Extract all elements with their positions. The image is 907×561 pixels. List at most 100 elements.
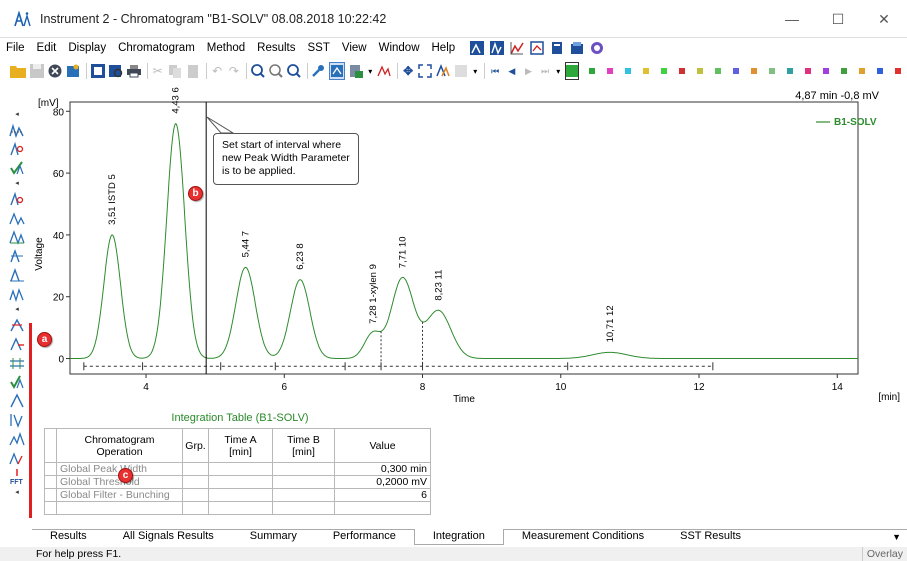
zoom-chart-icon[interactable] [509,41,525,55]
prev-icon[interactable]: ◀ [505,62,518,80]
menu-results[interactable]: Results [251,38,301,58]
color-swatch-6[interactable] [697,68,704,74]
col-operation[interactable]: Chromatogram Operation [56,428,183,463]
color-swatch-7[interactable] [715,68,722,74]
color-swatch-4[interactable] [661,68,668,74]
calibration-icon[interactable] [529,41,545,55]
menu-chromatogram[interactable]: Chromatogram [112,38,201,58]
single-peak-icon[interactable] [8,391,26,410]
color-swatch-9[interactable] [751,68,758,74]
zoom-fit-icon[interactable] [250,62,265,80]
color-swatch-5[interactable] [679,68,686,74]
copy-icon[interactable] [168,62,182,80]
sequence-icon[interactable] [569,41,585,55]
collapse-arrow-icon[interactable]: ◂ [8,108,26,120]
threshold-param-icon[interactable] [8,334,26,353]
color-swatch-10[interactable] [769,68,776,74]
collapse-arrow-4-icon[interactable]: ◂ [8,486,26,498]
chart-overlay-icon[interactable] [489,41,505,55]
negative-peak-icon[interactable] [8,410,26,429]
value-cell[interactable]: 0,2000 mV [334,475,431,489]
manual-integrate-icon[interactable] [8,139,26,158]
move-icon[interactable]: ✥ [402,62,415,80]
open-folder-icon[interactable] [10,62,26,80]
time-a-cell[interactable] [208,475,273,489]
color-swatch-3[interactable] [643,68,650,74]
menu-display[interactable]: Display [62,38,112,58]
operation-cell[interactable]: Global Filter - Bunching [56,488,183,502]
merge-peak-icon[interactable] [8,284,26,303]
shoulder-icon[interactable] [8,448,26,467]
color-swatch-8[interactable] [733,68,740,74]
color-swatch-1[interactable] [607,68,614,74]
tab-sst-results[interactable]: SST Results [662,529,759,545]
close-button[interactable]: ✕ [861,0,907,38]
time-a-cell[interactable] [208,501,273,515]
operation-cell[interactable] [56,501,183,515]
menu-window[interactable]: Window [373,38,426,58]
menu-file[interactable]: File [0,38,31,58]
menu-edit[interactable]: Edit [31,38,63,58]
export-icon[interactable] [90,62,105,80]
audit-icon[interactable] [589,41,605,55]
fit-all-icon[interactable] [418,62,433,80]
stop-icon[interactable] [48,62,62,80]
integration-mode-icon[interactable] [329,62,346,80]
peak-icon[interactable] [377,62,391,80]
chromatogram-chart[interactable]: 0 20 40 60 80 4 6 8 10 12 14 [mV] Voltage Time [min] 3,… [32,86,907,408]
peak-width-param-icon[interactable] [8,315,26,334]
auto-integrate-icon[interactable] [8,120,26,139]
time-a-cell[interactable] [208,488,273,502]
threshold-icon[interactable] [8,227,26,246]
bunching-icon[interactable] [8,353,26,372]
peak-compare-icon[interactable] [436,62,451,80]
preview-icon[interactable] [108,62,123,80]
group-cell[interactable] [182,475,209,489]
tab-all-signals-results[interactable]: All Signals Results [105,529,232,545]
value-cell[interactable] [334,501,431,515]
maximize-button[interactable]: ☐ [815,0,861,38]
tabs-dropdown-icon[interactable]: ▼ [892,532,901,542]
tab-measurement-conditions[interactable]: Measurement Conditions [504,529,662,545]
time-b-cell[interactable] [272,462,335,476]
table-row[interactable]: Global Peak Width 0,300 min [44,462,431,476]
table-row[interactable]: Global Filter - Bunching 6 [44,488,431,502]
color-swatch-13[interactable] [823,68,830,74]
sample-icon[interactable] [66,62,80,80]
save-icon[interactable] [30,62,44,80]
nav-dropdown-icon[interactable]: ▾ [555,62,561,80]
slope-icon[interactable] [8,429,26,448]
menu-sst[interactable]: SST [302,38,336,58]
check-peak-icon[interactable] [8,158,26,177]
time-b-cell[interactable] [272,501,335,515]
color-swatch-15[interactable] [859,68,866,74]
col-time-a[interactable]: Time A [min] [208,428,273,463]
layout-icon[interactable] [454,62,468,80]
tangent-icon[interactable] [8,246,26,265]
value-cell[interactable]: 0,300 min [334,462,431,476]
layout-dropdown-icon[interactable]: ▾ [472,62,478,80]
report-icon[interactable] [549,41,565,55]
zoom-out-icon[interactable] [286,62,301,80]
menu-method[interactable]: Method [201,38,251,58]
color-swatch-2[interactable] [625,68,632,74]
peak-width-icon[interactable] [8,208,26,227]
table-mode-icon[interactable] [349,62,364,80]
peak-start-icon[interactable] [8,189,26,208]
tab-results[interactable]: Results [32,529,105,545]
color-swatch-0[interactable] [589,68,596,74]
table-row[interactable]: Global Threshold 0,2000 mV [44,475,431,489]
print-icon[interactable] [126,62,141,80]
split-peak-icon[interactable] [8,265,26,284]
table-row[interactable] [44,501,431,515]
undo-icon[interactable]: ↶ [211,62,224,80]
group-cell[interactable] [182,488,209,502]
color-swatch-17[interactable] [895,68,902,74]
group-cell[interactable] [182,501,209,515]
time-a-cell[interactable] [208,462,273,476]
tab-summary[interactable]: Summary [232,529,315,545]
noise-icon[interactable] [8,372,26,391]
cut-icon[interactable]: ✂ [151,62,164,80]
chart-svg[interactable]: 0204060804 6 8 10 12 14[mV]VoltageTime [min]3,… [32,86,907,408]
last-icon[interactable]: ⏭ [539,62,552,80]
